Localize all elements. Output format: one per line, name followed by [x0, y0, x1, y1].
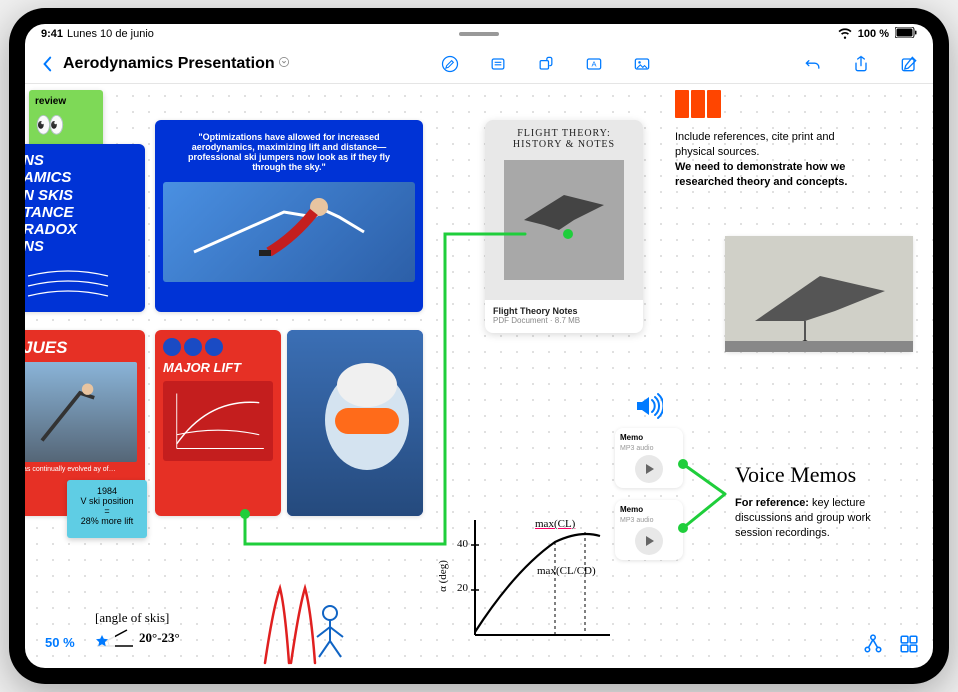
freeform-canvas[interactable]: review 👀 NS AMICS N SKIS TANCE RADOX NS …	[25, 84, 933, 668]
lift-graph-image	[163, 381, 273, 461]
chart-tick-20: 20	[457, 582, 468, 594]
screen: 9:41 Lunes 10 de junio 100 %	[25, 24, 933, 668]
shape-button[interactable]	[536, 54, 556, 74]
status-bar: 9:41 Lunes 10 de junio 100 %	[25, 24, 933, 44]
compose-button[interactable]	[899, 54, 919, 74]
sticky-review-label: review	[35, 96, 97, 107]
nodes-view-button[interactable]	[863, 634, 883, 654]
grid-view-button[interactable]	[899, 634, 919, 654]
slide-card-major-lift[interactable]: MAJOR LIFT	[155, 330, 281, 516]
mini-skier-icon	[184, 338, 202, 356]
zoom-level-button[interactable]: 50 %	[39, 632, 81, 653]
slide-card-aerodynamics-title[interactable]: NS AMICS N SKIS TANCE RADOX NS	[25, 144, 145, 312]
document-subtitle: PDF Document · 8.7 MB	[493, 316, 635, 325]
sticky-note-review[interactable]: review 👀	[29, 90, 103, 150]
speaker-icon	[631, 390, 663, 427]
play-button[interactable]	[635, 527, 663, 555]
chevron-down-icon	[279, 57, 289, 70]
red-skier-photo	[25, 362, 137, 462]
slide-card-skier-quote[interactable]: "Optimizations have allowed for increase…	[155, 120, 423, 312]
skier-quote-text: "Optimizations have allowed for increase…	[163, 128, 415, 176]
audio-memo-card-1[interactable]: Memo MP3 audio	[615, 428, 683, 488]
chart-annotation-maxcl: max(CL)	[535, 518, 575, 530]
svg-text:A: A	[591, 59, 596, 68]
chart-ylabel: α (deg)	[437, 560, 449, 592]
books-icon	[675, 90, 725, 122]
status-date: Lunes 10 de junio	[67, 28, 154, 40]
red-card-body: as continually evolved ay of…	[25, 466, 137, 473]
play-button[interactable]	[635, 455, 663, 483]
angle-value: 20°-23°	[139, 630, 180, 646]
wifi-icon	[838, 27, 852, 42]
references-text-block[interactable]: Include references, cite print and physi…	[675, 130, 875, 189]
view-controls	[863, 634, 919, 654]
glider-photo[interactable]	[725, 236, 913, 352]
voice-memos-title[interactable]: Voice Memos	[735, 462, 856, 488]
glider-book-image	[504, 160, 624, 280]
sticky-note-1984[interactable]: 1984 V ski position = 28% more lift	[67, 480, 147, 538]
document-thumbnail: FLIGHT THEORY: HISTORY & NOTES	[485, 120, 643, 300]
voice-memos-text[interactable]: For reference: key lecture discussions a…	[735, 496, 905, 541]
status-time: 9:41	[41, 28, 63, 40]
board-title-button[interactable]: Aerodynamics Presentation	[63, 55, 289, 73]
audio-memo-card-2[interactable]: Memo MP3 audio	[615, 500, 683, 560]
blue-stickfigure-sketch[interactable]	[305, 601, 355, 666]
back-button[interactable]	[39, 56, 55, 72]
app-toolbar: Aerodynamics Presentation A	[25, 44, 933, 84]
angle-label: [angle of skis]	[95, 610, 180, 626]
skier-closeup-image	[287, 330, 423, 516]
mini-skier-icon	[163, 338, 181, 356]
ski-jumper-image	[163, 182, 415, 282]
chart-tick-40: 40	[457, 538, 468, 550]
slide-card-skier-closeup[interactable]	[287, 330, 423, 516]
undo-button[interactable]	[803, 54, 823, 74]
zoom-controls: 50 %	[39, 631, 115, 654]
major-lift-title: MAJOR LIFT	[163, 360, 273, 375]
board-title-label: Aerodynamics Presentation	[63, 55, 275, 73]
chart-annotation-maxclcd: max(CL/CD)	[537, 565, 596, 577]
mini-skier-icon	[205, 338, 223, 356]
multitasking-pill[interactable]	[459, 32, 499, 36]
pen-tool-button[interactable]	[440, 54, 460, 74]
lift-curve-sketch[interactable]: α (deg) 40 20 max(CL) max(CL/CD)	[445, 510, 615, 650]
eyes-emoji: 👀	[35, 111, 97, 140]
document-name: Flight Theory Notes	[493, 306, 635, 316]
share-button[interactable]	[851, 54, 871, 74]
battery-percent: 100 %	[858, 28, 889, 40]
favorite-button[interactable]	[89, 631, 115, 654]
ipad-frame: 9:41 Lunes 10 de junio 100 %	[9, 8, 949, 684]
sticky-note-button[interactable]	[488, 54, 508, 74]
document-card-flight-theory[interactable]: FLIGHT THEORY: HISTORY & NOTES Flight Th…	[485, 120, 643, 333]
textbox-button[interactable]: A	[584, 54, 604, 74]
red-card-title: JUES	[25, 338, 137, 358]
media-button[interactable]	[632, 54, 652, 74]
battery-icon	[895, 27, 917, 41]
